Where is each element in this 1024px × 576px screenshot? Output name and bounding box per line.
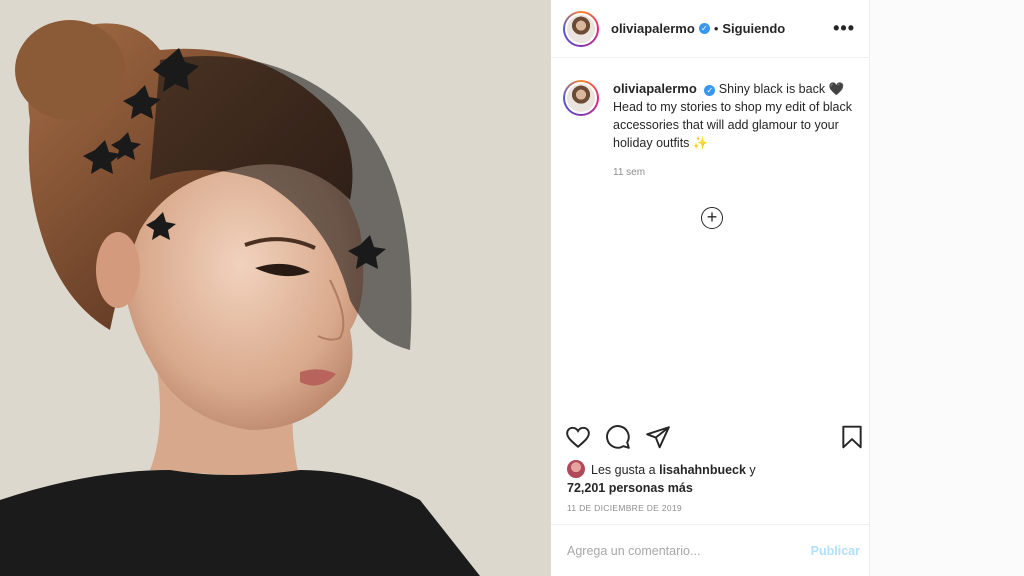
- heart-icon[interactable]: [565, 424, 591, 450]
- caption-avatar[interactable]: [563, 80, 599, 116]
- author-avatar[interactable]: [563, 10, 599, 47]
- more-options-icon[interactable]: •••: [833, 18, 855, 39]
- post-photo[interactable]: [0, 0, 551, 576]
- caption-time[interactable]: 11 sem: [613, 164, 855, 182]
- header-separator: •: [713, 21, 719, 36]
- caption-username[interactable]: oliviapalermo: [613, 81, 697, 96]
- caption-text-block: oliviapalermo ✓ Shiny black is back 🖤 He…: [613, 80, 855, 182]
- bookmark-icon[interactable]: [839, 424, 865, 450]
- comment-icon[interactable]: [605, 424, 631, 450]
- page-background: [870, 0, 1024, 576]
- share-icon[interactable]: [645, 424, 671, 450]
- comment-input[interactable]: [567, 543, 811, 558]
- author-avatar-image: [565, 12, 597, 45]
- verified-badge-icon: ✓: [698, 23, 710, 34]
- author-username[interactable]: oliviapalermo: [611, 21, 695, 36]
- post-header: oliviapalermo ✓ • Siguiendo •••: [551, 0, 869, 58]
- likes-prefix: Les gusta a: [591, 463, 660, 477]
- likes-summary: Les gusta a lisahahnbueck y 72,201 perso…: [567, 460, 857, 497]
- following-button[interactable]: Siguiendo: [722, 21, 785, 36]
- caption-avatar-image: [565, 82, 597, 114]
- caption: oliviapalermo ✓ Shiny black is back 🖤 He…: [551, 58, 869, 182]
- comment-bar: Publicar: [551, 524, 870, 576]
- likes-count[interactable]: 72,201 personas más: [567, 481, 693, 495]
- publish-button[interactable]: Publicar: [811, 544, 860, 558]
- action-bar: [565, 424, 865, 452]
- liker-avatar[interactable]: [567, 460, 585, 478]
- post-image: [0, 0, 551, 576]
- caption-verified-badge-icon: ✓: [704, 85, 716, 96]
- load-more-comments-icon[interactable]: +: [701, 207, 723, 229]
- likes-middle: y: [745, 463, 756, 477]
- post-date[interactable]: 11 DE DICIEMBRE DE 2019: [567, 503, 682, 513]
- liker-username[interactable]: lisahahnbueck: [659, 463, 746, 477]
- post-side-panel: oliviapalermo ✓ • Siguiendo ••• oliviapa…: [551, 0, 870, 576]
